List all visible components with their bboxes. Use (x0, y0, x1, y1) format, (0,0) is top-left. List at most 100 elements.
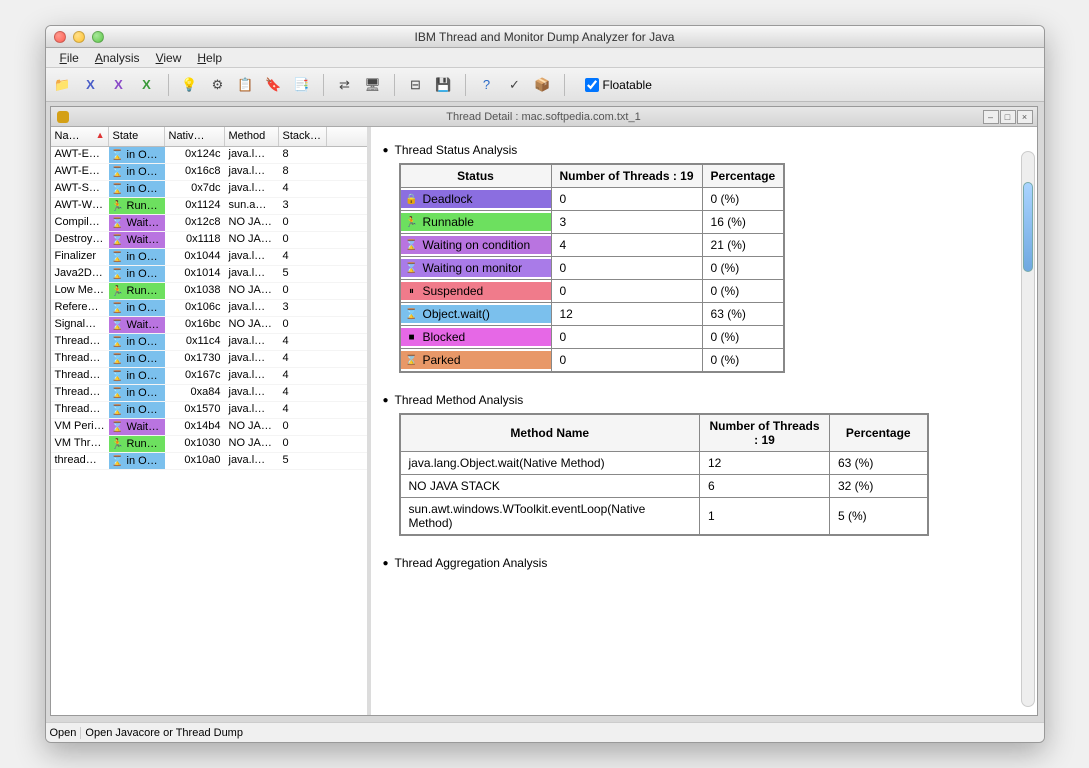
menu-file[interactable]: File (52, 49, 87, 67)
status-cell: 🏃Runnable (401, 213, 551, 231)
screen-icon[interactable]: 🖥 (364, 76, 382, 94)
state-icon: ⌛ (111, 250, 125, 264)
status-row: 🏃Runnable316 (%) (400, 211, 785, 234)
status-row: ⌛Waiting on monitor00 (%) (400, 257, 785, 280)
state-icon: ⌛ (111, 386, 125, 400)
status-icon: ⏸ (405, 284, 419, 298)
maximize-button[interactable]: □ (1000, 110, 1016, 124)
status-icon: ⌛ (405, 307, 419, 321)
table-row[interactable]: AWT-E…⌛in O…0x124cjava.l…8 (51, 147, 367, 164)
x-icon[interactable]: X (82, 76, 100, 94)
x2-icon[interactable]: X (110, 76, 128, 94)
analysis-pane[interactable]: Thread Status Analysis StatusNumber of T… (371, 127, 1037, 715)
table-row[interactable]: Low Me…🏃Run…0x1038NO JA…0 (51, 283, 367, 300)
col-state[interactable]: State (109, 127, 165, 146)
col-stack[interactable]: Stack… (279, 127, 327, 146)
thread-list-pane: Na…▲ State Nativ… Method Stack… AWT-E…⌛i… (51, 127, 371, 715)
separator (564, 74, 565, 96)
state-icon: ⌛ (111, 148, 125, 162)
bulb-icon[interactable]: 💡 (181, 76, 199, 94)
titlebar[interactable]: IBM Thread and Monitor Dump Analyzer for… (46, 26, 1044, 48)
state-icon: 🏃 (111, 199, 125, 213)
status-analysis-heading: Thread Status Analysis (383, 143, 1017, 157)
state-icon: ⌛ (111, 369, 125, 383)
copy-icon[interactable]: 📋 (237, 76, 255, 94)
table-row[interactable]: AWT-E…⌛in O…0x16c8java.l…8 (51, 164, 367, 181)
table-row[interactable]: Destroy…⌛Wait…0x1118NO JA…0 (51, 232, 367, 249)
check-icon[interactable]: ✓ (506, 76, 524, 94)
menu-view[interactable]: View (148, 49, 190, 67)
table-row[interactable]: VM Thr…🏃Run…0x1030NO JA…0 (51, 436, 367, 453)
table-row[interactable]: Java2D…⌛in O…0x1014java.l…5 (51, 266, 367, 283)
state-icon: ⌛ (111, 335, 125, 349)
status-cell: ⌛Parked (401, 351, 551, 369)
floatable-checkbox[interactable]: Floatable (585, 78, 652, 92)
table-row[interactable]: Signal…⌛Wait…0x16bcNO JA…0 (51, 317, 367, 334)
state-icon: ⌛ (111, 403, 125, 417)
state-icon: ⌛ (111, 420, 125, 434)
col-name[interactable]: Na…▲ (51, 127, 109, 146)
sort-indicator-icon: ▲ (96, 130, 105, 140)
minus-icon[interactable]: ⊟ (407, 76, 425, 94)
status-icon: ⌛ (405, 238, 419, 252)
status-icon: 🔒 (405, 192, 419, 206)
menu-help[interactable]: Help (189, 49, 230, 67)
table-row[interactable]: Thread…⌛in O…0x167cjava.l…4 (51, 368, 367, 385)
statusbar: Open Open Javacore or Thread Dump (46, 722, 1044, 742)
scroll-thumb[interactable] (1023, 182, 1033, 272)
menu-analysis[interactable]: Analysis (87, 49, 148, 67)
col-native[interactable]: Nativ… (165, 127, 225, 146)
status-icon: ■ (405, 330, 419, 344)
status-icon: ⌛ (405, 261, 419, 275)
x3-icon[interactable]: X (138, 76, 156, 94)
status-row: ⌛Waiting on condition421 (%) (400, 234, 785, 257)
table-row[interactable]: Finalizer⌛in O…0x1044java.l…4 (51, 249, 367, 266)
box-icon[interactable]: 📦 (534, 76, 552, 94)
status-cell: ⌛Waiting on condition (401, 236, 551, 254)
table-row[interactable]: Compil…⌛Wait…0x12c8NO JA…0 (51, 215, 367, 232)
table-row[interactable]: AWT-S…⌛in O…0x7dcjava.l…4 (51, 181, 367, 198)
toolbar: 📁 X X X 💡 ⚙ 📋 🔖 📑 ⇄ 🖥 ⊟ 💾 ? ✓ 📦 Floatabl… (46, 68, 1044, 102)
status-icon: ⌛ (405, 353, 419, 367)
inner-titlebar[interactable]: Thread Detail : mac.softpedia.com.txt_1 … (51, 107, 1037, 127)
floatable-input[interactable] (585, 78, 599, 92)
table-row[interactable]: Thread…⌛in O…0x1570java.l…4 (51, 402, 367, 419)
tag-icon[interactable]: 🔖 (265, 76, 283, 94)
minimize-button[interactable]: – (983, 110, 999, 124)
state-icon: ⌛ (111, 301, 125, 315)
state-icon: ⌛ (111, 352, 125, 366)
swap-icon[interactable]: ⇄ (336, 76, 354, 94)
table-row[interactable]: Thread…⌛in O…0x11c4java.l…4 (51, 334, 367, 351)
method-row: sun.awt.windows.WToolkit.eventLoop(Nativ… (400, 498, 928, 536)
status-row: ⏸Suspended00 (%) (400, 280, 785, 303)
pages-icon[interactable]: 📑 (293, 76, 311, 94)
state-icon: ⌛ (111, 233, 125, 247)
state-icon: 🏃 (111, 284, 125, 298)
help-icon[interactable]: ? (478, 76, 496, 94)
table-row[interactable]: Thread…⌛in O…0x1730java.l…4 (51, 351, 367, 368)
state-icon: ⌛ (111, 454, 125, 468)
mdi-area: Thread Detail : mac.softpedia.com.txt_1 … (46, 102, 1044, 722)
disk-icon[interactable]: 💾 (435, 76, 453, 94)
table-row[interactable]: thread…⌛in O…0x10a0java.l…5 (51, 453, 367, 470)
table-row[interactable]: AWT-W…🏃Run…0x1124sun.a…3 (51, 198, 367, 215)
separator (465, 74, 466, 96)
scrollbar[interactable] (1021, 151, 1035, 707)
table-row[interactable]: Thread…⌛in O…0xa84java.l…4 (51, 385, 367, 402)
main-window: IBM Thread and Monitor Dump Analyzer for… (45, 25, 1045, 743)
open-icon[interactable]: 📁 (54, 76, 72, 94)
status-cell: 🔒Deadlock (401, 190, 551, 208)
close-button[interactable]: × (1017, 110, 1033, 124)
thread-table-body[interactable]: AWT-E…⌛in O…0x124cjava.l…8AWT-E…⌛in O…0x… (51, 147, 367, 715)
method-table: Method NameNumber of Threads : 19Percent… (399, 413, 929, 536)
table-row[interactable]: Refere…⌛in O…0x106cjava.l…3 (51, 300, 367, 317)
thread-detail-window: Thread Detail : mac.softpedia.com.txt_1 … (50, 106, 1038, 716)
status-cell: ⌛Waiting on monitor (401, 259, 551, 277)
col-method[interactable]: Method (225, 127, 279, 146)
gear-icon[interactable]: ⚙ (209, 76, 227, 94)
window-title: IBM Thread and Monitor Dump Analyzer for… (46, 30, 1044, 44)
table-row[interactable]: VM Peri…⌛Wait…0x14b4NO JA…0 (51, 419, 367, 436)
state-icon: ⌛ (111, 165, 125, 179)
window-icon (57, 111, 69, 123)
separator (394, 74, 395, 96)
